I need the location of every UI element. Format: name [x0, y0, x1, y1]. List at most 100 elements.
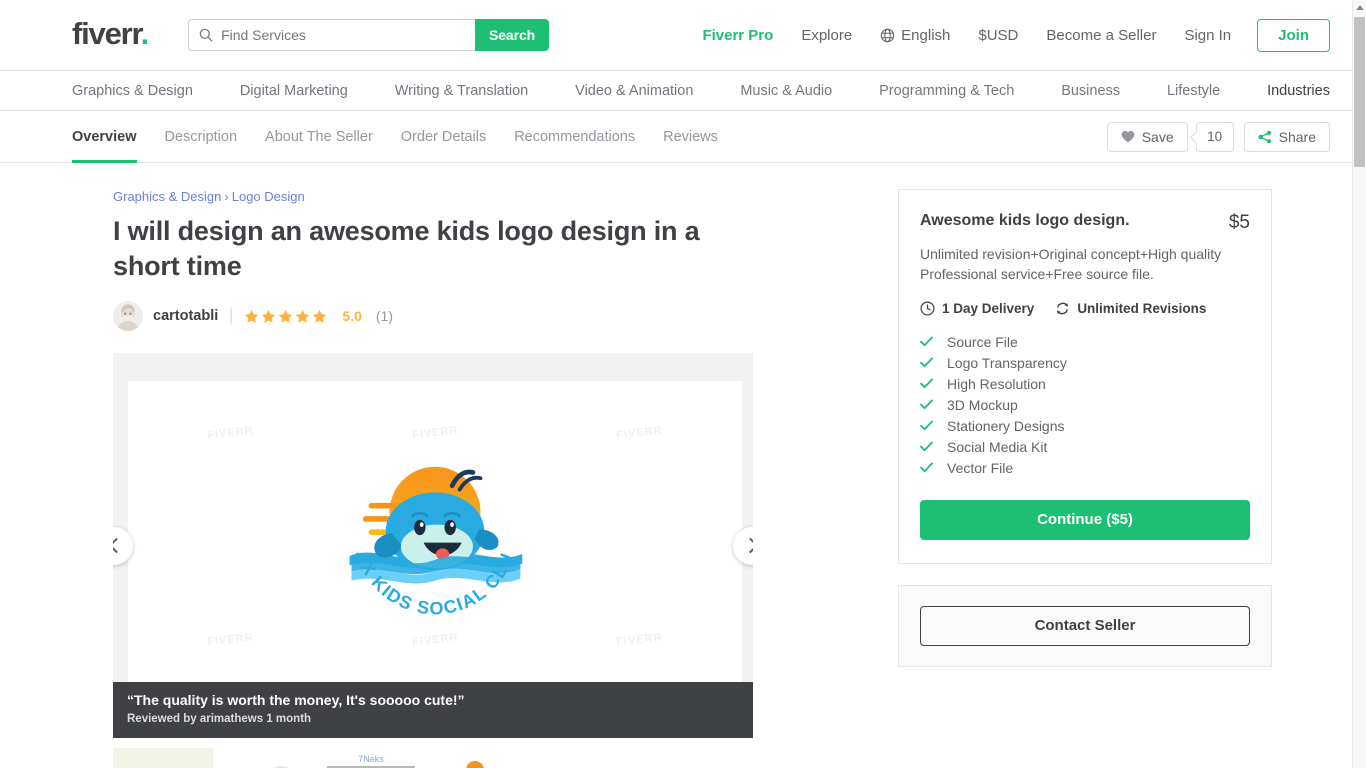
revisions-info: Unlimited Revisions	[1055, 301, 1206, 316]
nav-sign-in-label: Sign In	[1184, 26, 1232, 44]
delivery-time: 1 Day Delivery	[920, 301, 1034, 316]
nav-explore[interactable]: Explore	[787, 27, 866, 44]
nav-fiverr-pro-label: Fiverr Pro	[702, 26, 774, 44]
tab-recommendations[interactable]: Recommendations	[500, 111, 649, 163]
carousel-thumbnail-1[interactable]	[113, 748, 213, 768]
category-music-audio[interactable]: Music & Audio	[740, 83, 832, 99]
save-count-badge: 10	[1195, 121, 1234, 152]
tab-overview[interactable]: Overview	[72, 111, 151, 163]
package-features: Source File Logo Transparency High Resol…	[920, 334, 1250, 476]
gig-tabs: Overview Description About The Seller Or…	[72, 111, 732, 163]
page-scrollbar[interactable]	[1352, 0, 1366, 768]
feature-item: Stationery Designs	[920, 418, 1250, 434]
feature-item: High Resolution	[920, 376, 1250, 392]
category-graphics-design[interactable]: Graphics & Design	[72, 83, 193, 99]
share-button[interactable]: Share	[1243, 121, 1330, 152]
join-button[interactable]: Join	[1257, 18, 1330, 52]
continue-button[interactable]: Continue ($5)	[920, 499, 1250, 540]
feature-label: Stationery Designs	[947, 417, 1065, 434]
tab-description[interactable]: Description	[151, 111, 252, 163]
review-quote: “The quality is worth the money, It's so…	[127, 692, 465, 709]
gig-actions: Save 10 Share	[1106, 121, 1330, 152]
carousel-thumbnail-2[interactable]	[217, 748, 317, 768]
contact-seller-button[interactable]: Contact Seller	[920, 605, 1250, 646]
header-nav: Fiverr Pro Explore English $USD Become a…	[688, 18, 1330, 52]
gig-left-column: Graphics & Design › Logo Design I will des…	[113, 189, 865, 768]
logo-text: fiverr	[72, 16, 142, 51]
package-title: Awesome kids logo design.	[920, 212, 1130, 229]
breadcrumb-separator: ›	[224, 189, 229, 204]
breadcrumb-graphics-design[interactable]: Graphics & Design	[113, 189, 221, 204]
contact-seller-card: Contact Seller	[898, 584, 1272, 667]
category-writing-translation[interactable]: Writing & Translation	[395, 83, 529, 99]
svg-text:7Neks: 7Neks	[358, 754, 384, 764]
save-label: Save	[1141, 128, 1174, 145]
category-programming-tech[interactable]: Programming & Tech	[879, 83, 1014, 99]
tab-reviews[interactable]: Reviews	[649, 111, 732, 163]
scrollbar-up-button[interactable]	[1353, 0, 1366, 14]
globe-icon	[880, 28, 895, 42]
star-icon	[296, 309, 310, 323]
share-label: Share	[1278, 128, 1316, 145]
category-digital-marketing[interactable]: Digital Marketing	[240, 83, 348, 99]
category-video-animation[interactable]: Video & Animation	[575, 83, 693, 99]
save-button[interactable]: Save	[1106, 121, 1188, 152]
package-card: Awesome kids logo design. $5 Unlimited r…	[898, 189, 1272, 564]
star-icon	[279, 309, 293, 323]
star-icon	[262, 309, 276, 323]
nav-sign-in[interactable]: Sign In	[1170, 27, 1245, 44]
seller-avatar[interactable]	[113, 301, 143, 332]
nav-become-seller-label: Become a Seller	[1046, 26, 1157, 44]
gig-title: I will design an awesome kids logo desig…	[113, 216, 700, 281]
check-icon	[920, 399, 933, 410]
category-lifestyle[interactable]: Lifestyle	[1167, 83, 1220, 99]
logo-dot: .	[140, 16, 150, 51]
whale-logo-artwork: JAX KIDS SOCIAL CLUB	[340, 444, 523, 618]
package-description: Unlimited revision+Original concept+High…	[920, 246, 1222, 282]
tab-order-details[interactable]: Order Details	[387, 111, 500, 163]
nav-fiverr-pro[interactable]: Fiverr Pro	[688, 27, 787, 44]
gig-image-carousel: FIVERR FIVERR FIVERR FIVERR FIVERR FIVER…	[113, 353, 753, 739]
fiverr-logo[interactable]: fiverr.	[72, 16, 150, 51]
feature-item: Vector File	[920, 460, 1250, 476]
category-business[interactable]: Business	[1061, 83, 1120, 99]
carousel-slide: FIVERR FIVERR FIVERR FIVERR FIVERR FIVER…	[128, 381, 742, 692]
feature-label: Logo Transparency	[947, 354, 1067, 371]
tab-about-the-seller[interactable]: About The Seller	[251, 111, 387, 163]
thumbnail-2-image	[217, 748, 317, 768]
main-content: Graphics & Design › Logo Design I will des…	[0, 163, 1352, 768]
review-author: Reviewed by arimathews 1 month	[127, 712, 312, 725]
refresh-icon	[1057, 302, 1069, 315]
chevron-left-icon	[113, 537, 124, 554]
rating-stars	[244, 309, 327, 324]
search-field-wrap[interactable]	[188, 19, 476, 51]
carousel-thumbnail-4[interactable]	[425, 748, 525, 768]
feature-item: Logo Transparency	[920, 355, 1250, 371]
page-root: fiverr. Search Fiverr Pro Explore	[0, 0, 1366, 768]
gig-right-column: Awesome kids logo design. $5 Unlimited r…	[898, 189, 1272, 768]
watermark-text	[532, 474, 746, 598]
delivery-label: 1 Day Delivery	[942, 300, 1035, 316]
carousel-thumbnail-3[interactable]: 7Neks SKIN	[321, 748, 421, 768]
scrollbar-thumb[interactable]	[1354, 17, 1365, 167]
thumbnail-1-image	[113, 748, 213, 768]
category-industries[interactable]: Industries	[1267, 83, 1330, 99]
category-nav: Graphics & Design Digital Marketing Writ…	[0, 71, 1352, 111]
rating-value: 5.0	[342, 308, 362, 325]
search-input[interactable]	[221, 27, 466, 43]
chevron-right-icon	[742, 537, 753, 554]
thumbnail-4-image	[425, 748, 525, 768]
nav-language-label: English	[901, 26, 951, 44]
nav-language[interactable]: English	[866, 27, 964, 44]
breadcrumb-logo-design[interactable]: Logo Design	[232, 189, 305, 204]
check-icon	[920, 441, 933, 452]
carousel-review-strip: “The quality is worth the money, It's so…	[113, 682, 753, 739]
check-icon	[920, 420, 933, 431]
clock-icon	[920, 301, 935, 316]
seller-name[interactable]: cartotabli	[153, 308, 218, 324]
watermark-text: FIVERR	[206, 424, 254, 442]
nav-currency[interactable]: $USD	[964, 27, 1032, 44]
browser-viewport: fiverr. Search Fiverr Pro Explore	[0, 0, 1352, 768]
search-button[interactable]: Search	[475, 19, 550, 51]
nav-become-seller[interactable]: Become a Seller	[1032, 27, 1170, 44]
